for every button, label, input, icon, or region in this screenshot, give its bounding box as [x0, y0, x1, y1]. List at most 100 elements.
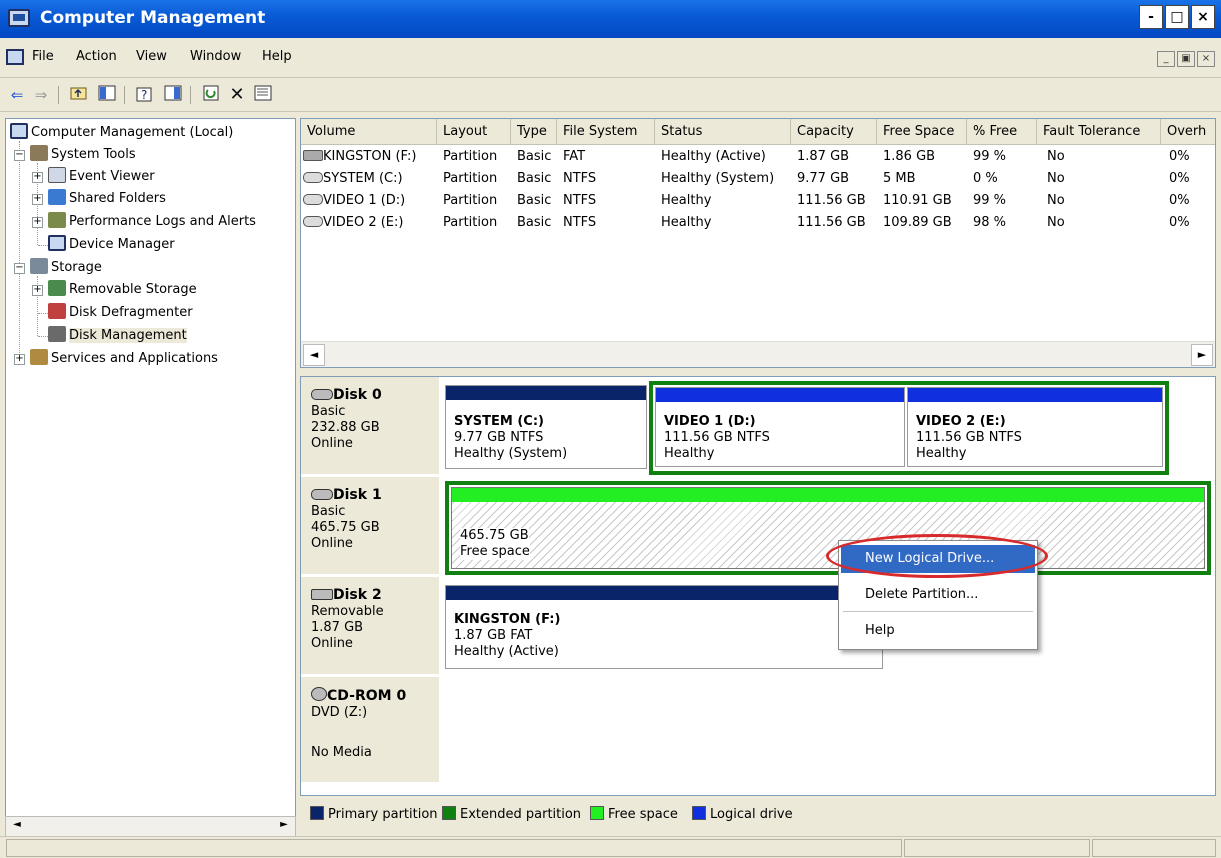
volume-list-header: Volume Layout Type File System Status Ca…: [301, 119, 1215, 145]
expand-performance-logs[interactable]: +: [32, 217, 43, 228]
mdi-minimize-button[interactable]: _: [1157, 51, 1175, 67]
volume-cell: VIDEO 1 (D:): [303, 193, 405, 208]
legend-primary: Primary partition: [310, 806, 438, 822]
export-icon[interactable]: [252, 85, 274, 105]
removable-drive-icon: [303, 150, 323, 161]
tree-item-storage[interactable]: Storage: [30, 258, 102, 278]
legend-label: Primary partition: [328, 807, 438, 822]
mdi-restore-button[interactable]: ▣: [1177, 51, 1195, 67]
tree-item-event-viewer[interactable]: Event Viewer: [48, 167, 155, 187]
up-one-level-icon[interactable]: [68, 85, 90, 105]
tree-line: [19, 141, 20, 355]
table-row[interactable]: KINGSTON (F:) Partition Basic FAT Health…: [301, 147, 1215, 169]
disk-1-label[interactable]: Disk 1 Basic 465.75 GB Online: [301, 477, 439, 575]
close-button[interactable]: ×: [1191, 5, 1215, 29]
volume-list-horizontal-scrollbar[interactable]: ◄ ►: [301, 341, 1215, 367]
tree-item-disk-management[interactable]: Disk Management: [48, 326, 187, 346]
tree-item-services-applications[interactable]: Services and Applications: [30, 349, 218, 369]
menu-file[interactable]: File: [32, 49, 54, 64]
column-capacity[interactable]: Capacity: [791, 119, 877, 145]
type-cell: Basic: [517, 149, 552, 164]
disk-name: Disk 1: [333, 487, 382, 503]
column-free-space[interactable]: Free Space: [877, 119, 967, 145]
expand-shared-folders[interactable]: +: [32, 194, 43, 205]
disk-type: Removable: [311, 604, 384, 619]
table-row[interactable]: SYSTEM (C:) Partition Basic NTFS Healthy…: [301, 169, 1215, 191]
menu-separator: [843, 611, 1033, 612]
menu-delete-partition[interactable]: Delete Partition...: [841, 581, 1035, 609]
cdrom-0-label[interactable]: CD-ROM 0 DVD (Z:) No Media: [301, 677, 439, 783]
free-space-label: Free space: [460, 544, 530, 560]
disk-status: Online: [311, 436, 353, 451]
type-cell: Basic: [517, 215, 552, 230]
menu-help[interactable]: Help: [262, 49, 292, 64]
column-overhead[interactable]: Overh: [1161, 119, 1215, 145]
menu-help-item[interactable]: Help: [841, 617, 1035, 645]
column-volume[interactable]: Volume: [301, 119, 437, 145]
percent-free-cell: 98 %: [973, 215, 1007, 230]
expand-event-viewer[interactable]: +: [32, 172, 43, 183]
volume-name: VIDEO 1 (D:): [323, 193, 406, 208]
back-arrow-icon[interactable]: ⇐: [6, 85, 28, 105]
menu-action[interactable]: Action: [76, 49, 117, 64]
maximize-button[interactable]: □: [1165, 5, 1189, 29]
status-cell-main: [6, 839, 902, 857]
partition-system-c[interactable]: SYSTEM (C:) 9.77 GB NTFS Healthy (System…: [445, 385, 647, 469]
refresh-icon[interactable]: [200, 85, 222, 105]
column-file-system[interactable]: File System: [557, 119, 655, 145]
disk-0-label[interactable]: Disk 0 Basic 232.88 GB Online: [301, 377, 439, 475]
partition-video2-e[interactable]: VIDEO 2 (E:) 111.56 GB NTFS Healthy: [907, 387, 1163, 467]
status-cell: Healthy: [661, 215, 712, 230]
menu-view[interactable]: View: [136, 49, 167, 64]
scroll-right-arrow-icon[interactable]: ►: [275, 819, 293, 835]
tree-item-shared-folders[interactable]: Shared Folders: [48, 189, 166, 209]
column-type[interactable]: Type: [511, 119, 557, 145]
menu-bar: File Action View Window Help _ ▣ ×: [0, 38, 1221, 78]
help-icon[interactable]: [162, 85, 184, 105]
partition-video1-d[interactable]: VIDEO 1 (D:) 111.56 GB NTFS Healthy: [655, 387, 905, 467]
tree-item-device-manager[interactable]: Device Manager: [48, 235, 175, 255]
layout-cell: Partition: [443, 149, 498, 164]
show-hide-tree-icon[interactable]: [96, 85, 118, 105]
scroll-left-arrow-icon[interactable]: ◄: [8, 819, 26, 835]
disk-2-label[interactable]: Disk 2 Removable 1.87 GB Online: [301, 577, 439, 675]
title-bar[interactable]: Computer Management - □ ×: [0, 0, 1221, 38]
tree-item-root[interactable]: Computer Management (Local): [10, 123, 233, 143]
toolbox-icon: [30, 145, 48, 161]
removable-disk-icon: [311, 589, 333, 600]
status-bar: [0, 836, 1221, 858]
computer-icon: [10, 123, 28, 139]
primary-partition-bar: [446, 386, 646, 400]
table-row[interactable]: VIDEO 2 (E:) Partition Basic NTFS Health…: [301, 213, 1215, 235]
tree-item-system-tools[interactable]: System Tools: [30, 145, 136, 165]
partition-kingston-f[interactable]: KINGSTON (F:) 1.87 GB FAT Healthy (Activ…: [445, 585, 883, 669]
volume-cell: VIDEO 2 (E:): [303, 215, 403, 230]
column-status[interactable]: Status: [655, 119, 791, 145]
mdi-close-button[interactable]: ×: [1197, 51, 1215, 67]
expand-removable-storage[interactable]: +: [32, 285, 43, 296]
collapse-storage[interactable]: −: [14, 263, 25, 274]
forward-arrow-icon[interactable]: ⇒: [30, 85, 52, 105]
delete-icon[interactable]: ✕: [226, 85, 248, 105]
scroll-right-arrow-icon[interactable]: ►: [1191, 344, 1213, 366]
partition-name: KINGSTON (F:): [454, 612, 561, 627]
disk-status: Online: [311, 636, 353, 651]
scroll-left-arrow-icon[interactable]: ◄: [303, 344, 325, 366]
properties-icon[interactable]: ?: [134, 85, 156, 105]
system-menu-icon[interactable]: [6, 49, 24, 65]
collapse-system-tools[interactable]: −: [14, 150, 25, 161]
minimize-button[interactable]: -: [1139, 5, 1163, 29]
tree-horizontal-scrollbar[interactable]: ◄ ►: [5, 816, 296, 838]
tree-item-performance-logs[interactable]: Performance Logs and Alerts: [48, 212, 256, 232]
tree-item-removable-storage[interactable]: Removable Storage: [48, 280, 197, 300]
column-percent-free[interactable]: % Free: [967, 119, 1037, 145]
table-row[interactable]: VIDEO 1 (D:) Partition Basic NTFS Health…: [301, 191, 1215, 213]
status-cell: Healthy: [661, 193, 712, 208]
menu-window[interactable]: Window: [190, 49, 241, 64]
expand-services[interactable]: +: [14, 354, 25, 365]
column-layout[interactable]: Layout: [437, 119, 511, 145]
fault-tolerance-cell: No: [1047, 149, 1065, 164]
layout-cell: Partition: [443, 171, 498, 186]
column-fault-tolerance[interactable]: Fault Tolerance: [1037, 119, 1161, 145]
tree-item-disk-defragmenter[interactable]: Disk Defragmenter: [48, 303, 193, 323]
